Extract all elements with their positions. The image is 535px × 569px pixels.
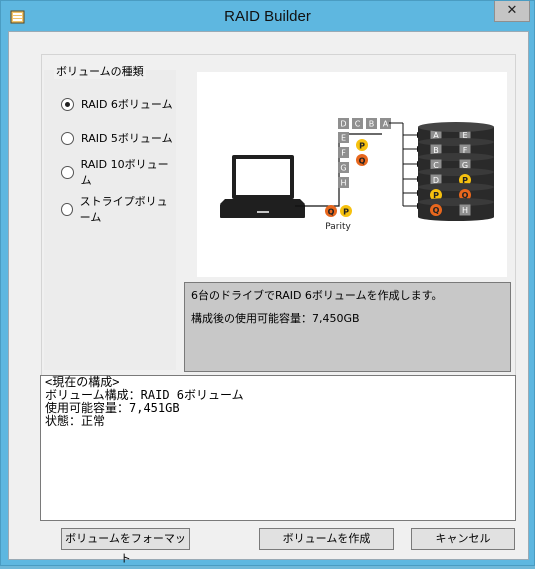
volume-type-panel: RAID 6ボリューム RAID 5ボリューム RAID 10ボリューム ストラ…: [44, 70, 176, 370]
radio-button-icon[interactable]: [61, 97, 74, 111]
description-box: 6台のドライブでRAID 6ボリュームを作成します。 構成後の使用可能容量：7,…: [184, 282, 511, 372]
volume-type-legend: ボリュームの種類: [54, 63, 146, 79]
raid-diagram: DCBA EFGH P Q Q P Parity A E B F C G D P…: [197, 72, 507, 277]
disk-letter: Q: [433, 206, 440, 215]
create-volume-button[interactable]: ボリュームを作成: [259, 528, 394, 550]
radio-label: RAID 5ボリューム: [81, 132, 173, 145]
block-letter: E: [341, 134, 346, 143]
dialog-body: RAID 6ボリューム RAID 5ボリューム RAID 10ボリューム ストラ…: [8, 31, 529, 565]
format-volume-button[interactable]: ボリュームをフォーマット: [61, 528, 190, 565]
radio-stripe[interactable]: ストライプボリューム: [61, 195, 176, 224]
raid-diagram-svg: DCBA EFGH P Q Q P Parity A EB FC GD PP Q…: [220, 118, 494, 232]
data-block: E: [338, 132, 349, 143]
radio-label: RAID 6ボリューム: [81, 98, 173, 111]
parity-q-icon: Q: [325, 205, 337, 217]
block-letter: H: [340, 179, 346, 188]
parity-q-icon: Q: [356, 154, 368, 166]
parity-p-icon: P: [340, 205, 352, 217]
description-line: 6台のドライブでRAID 6ボリュームを作成します。: [191, 289, 443, 302]
radio-button-icon[interactable]: [61, 165, 74, 179]
parity-p-letter: P: [343, 208, 349, 217]
data-block: F: [338, 147, 349, 158]
parity-q-letter: Q: [328, 208, 335, 217]
radio-raid10[interactable]: RAID 10ボリューム: [61, 158, 176, 187]
radio-label: RAID 10ボリューム: [80, 158, 169, 187]
current-config-line: 状態：正常: [45, 414, 106, 428]
connection-line: [295, 134, 340, 207]
radio-button-icon[interactable]: [61, 131, 74, 145]
window-title: RAID Builder: [224, 8, 311, 25]
raid-builder-window: RAID Builder ✕ RAID 6ボリューム RAID 5ボリューム R…: [0, 0, 535, 566]
parity-q-letter: Q: [359, 157, 366, 166]
parity-label: Parity: [325, 222, 351, 232]
data-block: H: [338, 177, 349, 188]
radio-button-icon[interactable]: [61, 202, 73, 216]
volume-type-group: RAID 6ボリューム RAID 5ボリューム RAID 10ボリューム ストラ…: [41, 54, 516, 376]
disk-stack: A EB FC GD PP QQ H: [418, 122, 494, 221]
block-letter: B: [369, 120, 375, 129]
block-letter: F: [341, 149, 346, 158]
block-letter: H: [462, 206, 468, 215]
data-block: D: [338, 118, 349, 129]
disk-top: [418, 122, 494, 132]
arrows: [389, 122, 423, 209]
data-block: C: [352, 118, 363, 129]
current-config-line: 使用可能容量：7,451GB: [45, 401, 180, 415]
block-letter: D: [340, 120, 346, 129]
data-block: G: [338, 162, 349, 173]
data-block: B: [366, 118, 377, 129]
radio-raid6[interactable]: RAID 6ボリューム: [61, 96, 173, 112]
title-bar: RAID Builder ✕: [1, 1, 534, 31]
data-blocks: DCBA: [338, 118, 391, 129]
capacity-after-line: 構成後の使用可能容量：7,450GB: [191, 312, 360, 325]
disk-platter: QH: [418, 198, 494, 221]
block-letter: G: [340, 164, 346, 173]
column-blocks: EFGH: [338, 132, 349, 188]
parity-p-icon: P: [356, 139, 368, 151]
block-letter: C: [355, 120, 361, 129]
radio-label: ストライプボリューム: [79, 195, 168, 224]
block-letter: A: [383, 120, 389, 129]
close-button[interactable]: ✕: [494, 1, 530, 22]
laptop-icon: [220, 155, 305, 218]
parity-p-letter: P: [359, 142, 365, 151]
radio-raid5[interactable]: RAID 5ボリューム: [61, 130, 173, 146]
current-config-box: <現在の構成> ボリューム構成：RAID 6ボリューム 使用可能容量：7,451…: [40, 375, 516, 521]
disk-block: H: [459, 204, 471, 216]
parity-q-icon: Q: [430, 204, 442, 216]
cancel-button[interactable]: キャンセル: [411, 528, 515, 550]
